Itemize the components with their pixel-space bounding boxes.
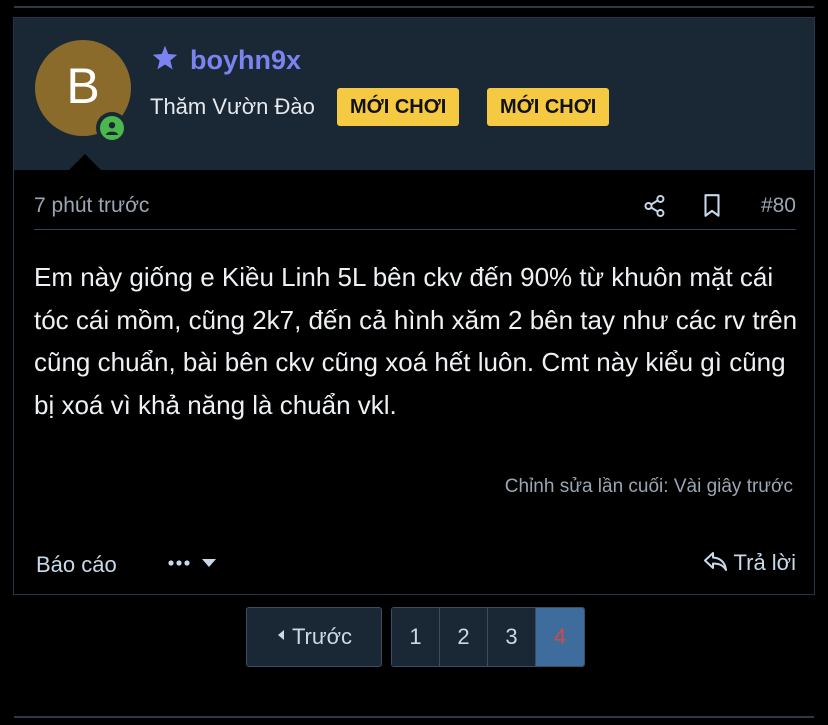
post-actions: Báo cáo Trả lời xyxy=(36,538,796,578)
post-body: Em này giống e Kiều Linh 5L bên ckv đến … xyxy=(34,262,798,420)
caret-left-icon xyxy=(276,628,286,647)
reply-button[interactable]: Trả lời xyxy=(702,548,797,578)
page-link-2[interactable]: 2 xyxy=(440,608,488,666)
bookmark-icon[interactable] xyxy=(701,193,723,224)
top-divider xyxy=(14,6,814,8)
page-link-1[interactable]: 1 xyxy=(392,608,440,666)
header-pointer xyxy=(69,154,101,170)
page-link-current[interactable]: 4 xyxy=(536,608,584,666)
username-link[interactable]: boyhn9x xyxy=(190,45,301,76)
bottom-divider xyxy=(14,716,814,718)
edit-note: Chỉnh sửa lần cuối: Vài giây trước xyxy=(504,476,793,497)
prev-page-button[interactable]: Trước xyxy=(246,607,382,667)
prev-page-label: Trước xyxy=(291,624,353,649)
page-link-3[interactable]: 3 xyxy=(488,608,536,666)
pagination: Trước 1 2 3 4 xyxy=(0,607,828,667)
post-timestamp[interactable]: 7 phút trước xyxy=(34,194,149,218)
user-title: Thăm Vườn Đào xyxy=(150,94,315,119)
more-options-button[interactable] xyxy=(166,548,218,578)
user-rank-badge: MỚI CHƠI xyxy=(337,88,460,126)
post-number-link[interactable]: #80 xyxy=(761,194,796,218)
post-author-header: B boyhn9x Thăm Vườn Đào MỚI CHƠI MỚI CHƠ… xyxy=(14,18,814,170)
reply-icon xyxy=(702,549,728,578)
post-meta-row: 7 phút trước #80 xyxy=(34,194,796,230)
report-link[interactable]: Báo cáo xyxy=(36,552,117,578)
avatar-letter: B xyxy=(66,58,100,114)
forum-post: B boyhn9x Thăm Vườn Đào MỚI CHƠI MỚI CHƠ… xyxy=(13,17,815,595)
star-icon xyxy=(151,44,179,77)
online-status-icon xyxy=(96,112,128,144)
page-list: 1 2 3 4 xyxy=(391,607,585,667)
user-rank-badge: MỚI CHƠI xyxy=(487,88,610,126)
reply-label: Trả lời xyxy=(733,550,797,575)
share-icon[interactable] xyxy=(642,193,668,224)
